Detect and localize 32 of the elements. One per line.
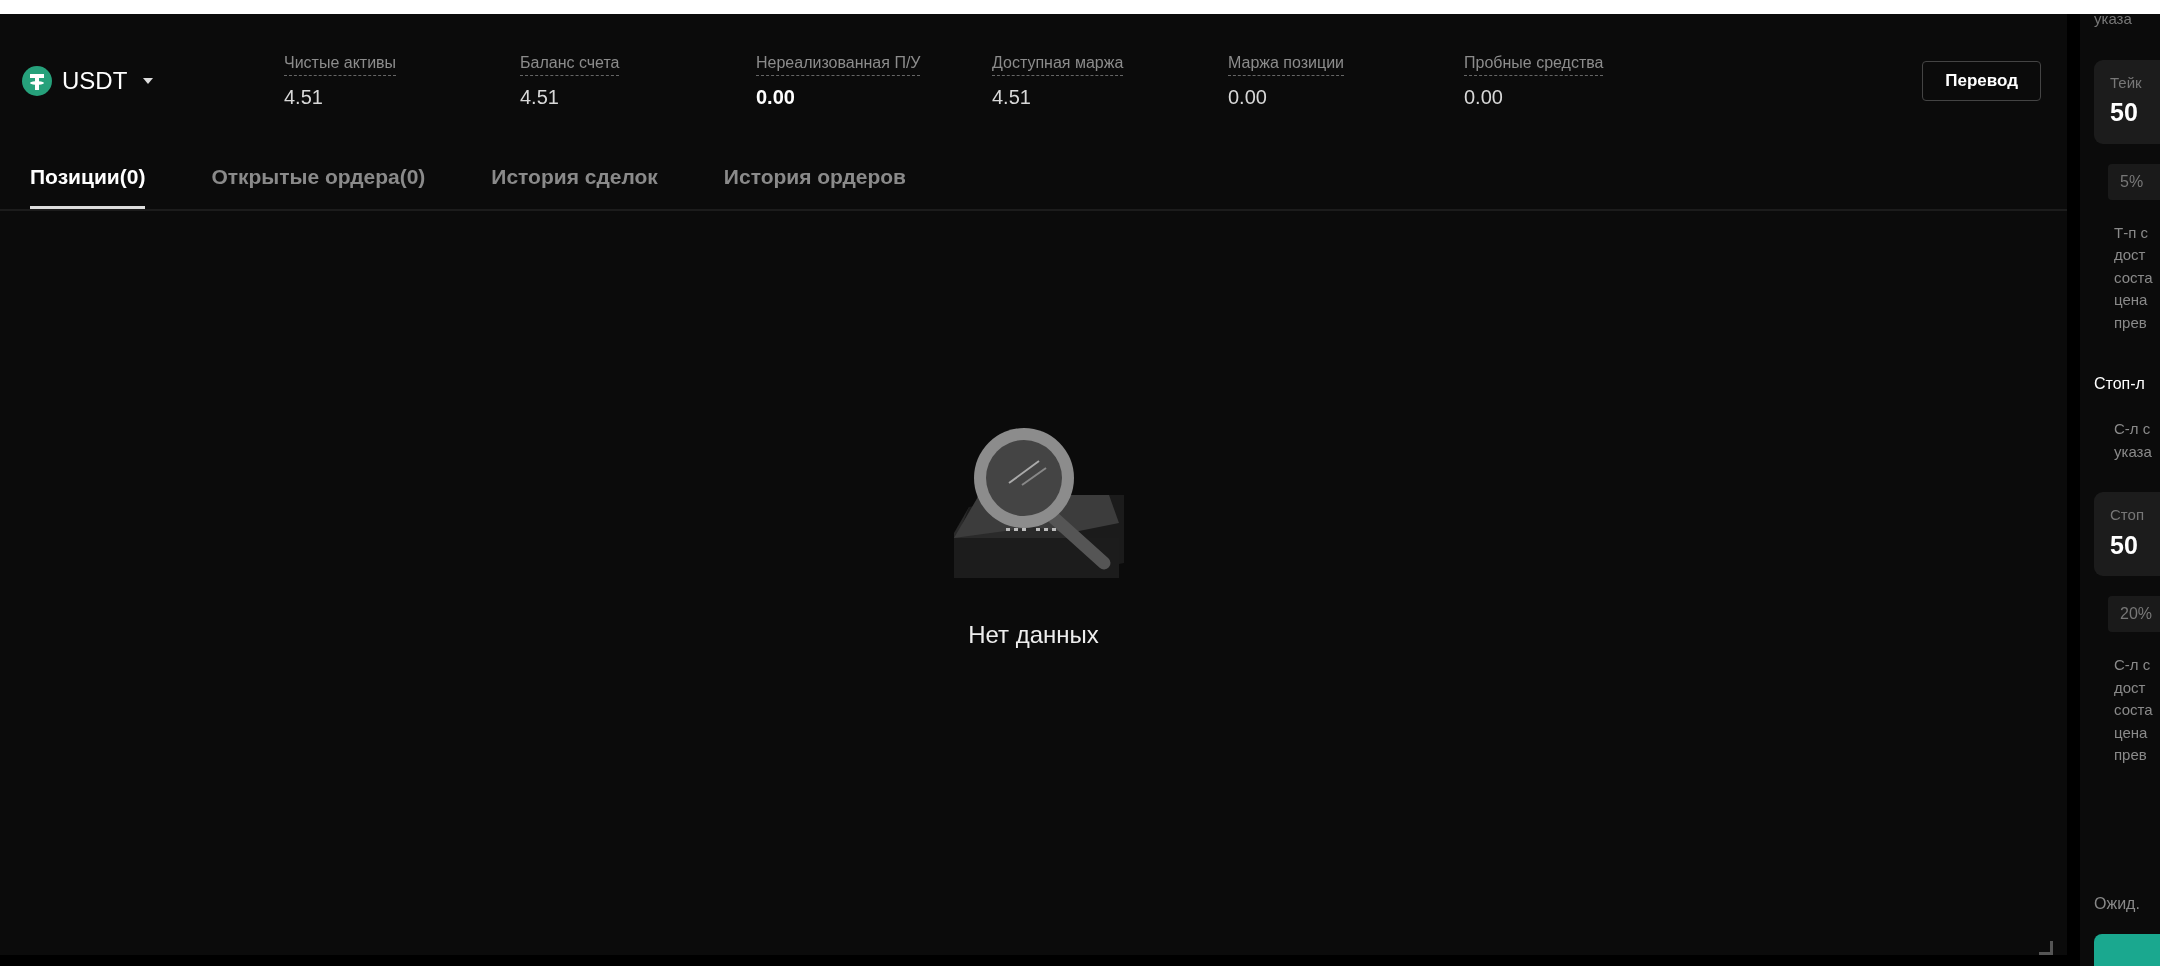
- hint-text: указа: [2094, 14, 2133, 29]
- resize-handle-icon[interactable]: [2039, 941, 2053, 955]
- stat-label: Чистые активы: [284, 50, 397, 76]
- label-text: Ожид.: [2094, 894, 2141, 914]
- percent-chip[interactable]: 5%: [2108, 163, 2160, 200]
- stat-value: 4.51: [284, 84, 324, 110]
- stat-label: Баланс счета: [520, 50, 620, 76]
- tab[interactable]: Открытые ордера(0): [211, 148, 426, 209]
- input-field[interactable]: Тейк 50: [2094, 59, 2160, 144]
- stat-label: Пробные средства: [1464, 50, 1604, 76]
- note-text: С-л с дост соста цена прев: [2114, 655, 2154, 765]
- stat-value: 0.00: [1228, 84, 1268, 110]
- transfer-button[interactable]: Перевод: [1922, 61, 2041, 101]
- tab[interactable]: История сделок: [491, 148, 658, 209]
- currency-selector[interactable]: USDT: [62, 63, 154, 99]
- stat-label: Доступная маржа: [992, 50, 1124, 76]
- stat-label: Маржа позиции: [1228, 50, 1345, 76]
- section-heading: Стоп-л: [2094, 374, 2146, 394]
- stat-value: 0.00: [756, 84, 796, 110]
- stat-value: 0.00: [1464, 84, 1504, 110]
- stat-value: 4.51: [992, 84, 1032, 110]
- tab[interactable]: История ордеров: [723, 148, 906, 209]
- percent-chip[interactable]: 20%: [2108, 596, 2160, 632]
- caret-icon: [143, 78, 154, 84]
- empty-state-text: Нет данных: [968, 620, 1099, 650]
- stat-value: 4.51: [520, 84, 560, 110]
- stat-label: Нереализованная П/У: [756, 50, 921, 76]
- input-field[interactable]: Стоп 50: [2094, 492, 2160, 576]
- note-text: Т-п с дост соста цена прев: [2114, 222, 2154, 333]
- note-text: С-л с указа: [2114, 419, 2153, 462]
- tab[interactable]: Позиции(0): [30, 148, 146, 209]
- coin-icon: [22, 66, 52, 96]
